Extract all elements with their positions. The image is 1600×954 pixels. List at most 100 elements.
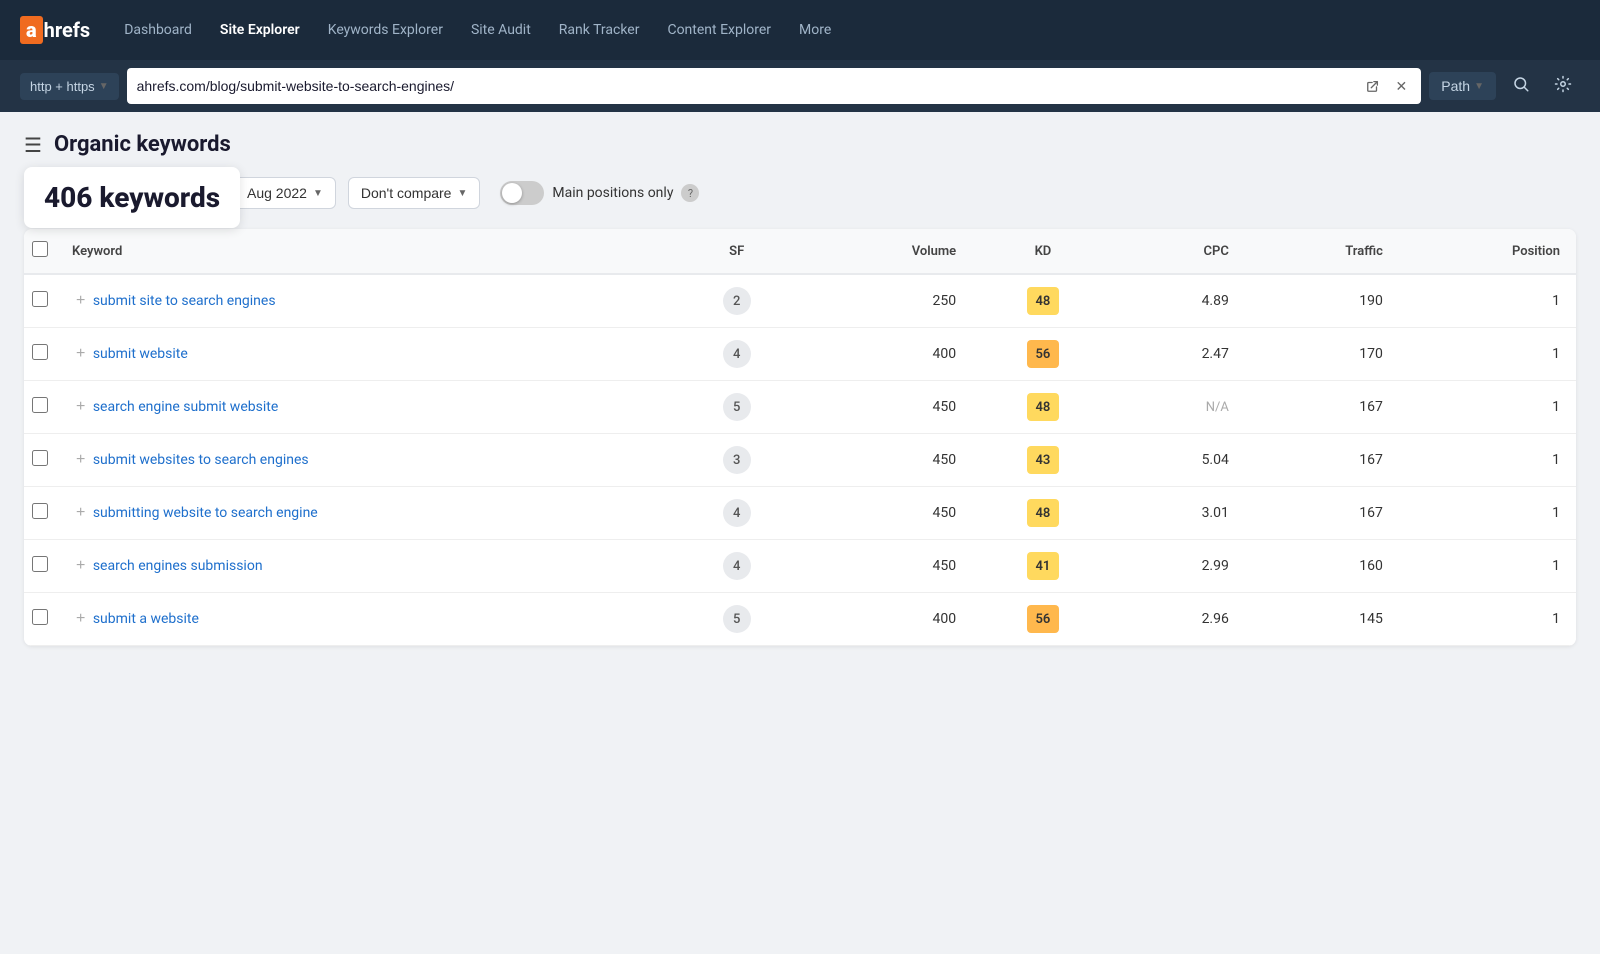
position-value-0: 1 [1552, 293, 1560, 309]
keywords-count-text: 406 keywords [44, 181, 220, 214]
kd-cell: 56 [972, 593, 1114, 646]
add-keyword-button-1[interactable]: + [72, 345, 89, 363]
clear-url-icon[interactable]: ✕ [1392, 76, 1412, 97]
keyword-link-5[interactable]: search engines submission [93, 558, 263, 574]
sf-cell: 5 [670, 381, 803, 434]
nav-link-rank-tracker[interactable]: Rank Tracker [549, 16, 650, 44]
keyword-cell: + submit a website [56, 593, 670, 646]
row-checkbox-5[interactable] [32, 556, 48, 572]
protocol-dropdown[interactable]: http + https ▼ [20, 73, 119, 100]
cpc-value: 4.89 [1202, 293, 1229, 309]
kd-cell: 41 [972, 540, 1114, 593]
nav-link-content-explorer[interactable]: Content Explorer [657, 16, 781, 44]
volume-cell: 450 [803, 381, 972, 434]
row-checkbox-6[interactable] [32, 609, 48, 625]
sf-cell: 3 [670, 434, 803, 487]
keywords-count-badge: 406 keywords [24, 167, 240, 228]
keyword-cell: + submit websites to search engines [56, 434, 670, 487]
keyword-cell: + submitting website to search engine [56, 487, 670, 540]
table-row: + search engine submit website 5 450 48 … [24, 381, 1576, 434]
cpc-cell: 4.89 [1114, 274, 1245, 328]
date-filter-dropdown[interactable]: Aug 2022 ▼ [234, 177, 336, 209]
volume-cell: 450 [803, 540, 972, 593]
kd-badge-6: 56 [1027, 605, 1059, 633]
volume-value-5: 450 [933, 558, 957, 574]
row-checkbox-2[interactable] [32, 397, 48, 413]
cpc-value: 3.01 [1202, 505, 1229, 521]
path-dropdown[interactable]: Path ▼ [1429, 72, 1496, 100]
volume-cell: 450 [803, 487, 972, 540]
keyword-cell: + submit site to search engines [56, 274, 670, 328]
url-bar: http + https ▼ ✕ Path ▼ [0, 60, 1600, 112]
volume-value-4: 450 [933, 505, 957, 521]
nav-link-site-explorer[interactable]: Site Explorer [210, 16, 310, 44]
cpc-cell: 5.04 [1114, 434, 1245, 487]
keyword-link-6[interactable]: submit a website [93, 611, 199, 627]
volume-value-2: 450 [933, 399, 957, 415]
add-keyword-button-4[interactable]: + [72, 504, 89, 522]
sf-cell: 4 [670, 487, 803, 540]
row-checkbox-cell [24, 274, 56, 328]
volume-value-1: 400 [933, 346, 957, 362]
position-cell: 1 [1399, 274, 1576, 328]
row-checkbox-0[interactable] [32, 291, 48, 307]
nav-link-keywords-explorer[interactable]: Keywords Explorer [318, 16, 453, 44]
row-checkbox-cell [24, 328, 56, 381]
keyword-cell: + submit website [56, 328, 670, 381]
position-value-5: 1 [1552, 558, 1560, 574]
table-row: + submit websites to search engines 3 45… [24, 434, 1576, 487]
nav-link-site-audit[interactable]: Site Audit [461, 16, 541, 44]
main-positions-label: Main positions only [552, 185, 673, 201]
date-chevron-icon: ▼ [313, 188, 323, 199]
kd-cell: 48 [972, 274, 1114, 328]
table-header-row: Keyword SF Volume KD CPC Traffic Positio… [24, 229, 1576, 274]
external-link-icon[interactable] [1362, 77, 1384, 95]
row-checkbox-1[interactable] [32, 344, 48, 360]
settings-button[interactable] [1546, 71, 1580, 102]
keyword-link-0[interactable]: submit site to search engines [93, 293, 276, 309]
col-header-keyword: Keyword [56, 229, 670, 274]
sf-cell: 2 [670, 274, 803, 328]
compare-filter-dropdown[interactable]: Don't compare ▼ [348, 177, 481, 209]
logo[interactable]: a hrefs [20, 16, 90, 44]
main-content: ☰ Organic keywords 406 keywords Aug 2022… [0, 112, 1600, 666]
logo-text: hrefs [44, 18, 91, 42]
keyword-link-4[interactable]: submitting website to search engine [93, 505, 318, 521]
kd-cell: 43 [972, 434, 1114, 487]
row-checkbox-4[interactable] [32, 503, 48, 519]
cpc-cell: 2.96 [1114, 593, 1245, 646]
nav-link-dashboard[interactable]: Dashboard [114, 16, 202, 44]
add-keyword-button-2[interactable]: + [72, 398, 89, 416]
add-keyword-button-6[interactable]: + [72, 610, 89, 628]
keyword-link-2[interactable]: search engine submit website [93, 399, 278, 415]
position-cell: 1 [1399, 593, 1576, 646]
table-row: + submit website 4 400 56 2.47 170 1 [24, 328, 1576, 381]
cpc-value: 5.04 [1202, 452, 1229, 468]
keyword-link-3[interactable]: submit websites to search engines [93, 452, 309, 468]
toggle-thumb [502, 183, 522, 203]
row-checkbox-3[interactable] [32, 450, 48, 466]
menu-icon[interactable]: ☰ [24, 133, 42, 157]
position-cell: 1 [1399, 487, 1576, 540]
col-header-cpc: CPC [1114, 229, 1245, 274]
kd-cell: 56 [972, 328, 1114, 381]
cpc-cell: 2.47 [1114, 328, 1245, 381]
add-keyword-button-3[interactable]: + [72, 451, 89, 469]
traffic-cell: 167 [1245, 487, 1399, 540]
url-input[interactable] [137, 78, 1354, 94]
traffic-value-6: 145 [1359, 611, 1383, 627]
search-button[interactable] [1504, 71, 1538, 102]
nav-link-more[interactable]: More [789, 16, 841, 44]
main-positions-toggle[interactable] [500, 181, 544, 205]
help-icon[interactable]: ? [681, 184, 699, 202]
kd-cell: 48 [972, 487, 1114, 540]
add-keyword-button-0[interactable]: + [72, 292, 89, 310]
cpc-value: 2.47 [1202, 346, 1229, 362]
keyword-link-1[interactable]: submit website [93, 346, 188, 362]
select-all-checkbox[interactable] [32, 241, 48, 257]
traffic-cell: 190 [1245, 274, 1399, 328]
sf-cell: 4 [670, 328, 803, 381]
add-keyword-button-5[interactable]: + [72, 557, 89, 575]
row-checkbox-cell [24, 593, 56, 646]
traffic-cell: 145 [1245, 593, 1399, 646]
